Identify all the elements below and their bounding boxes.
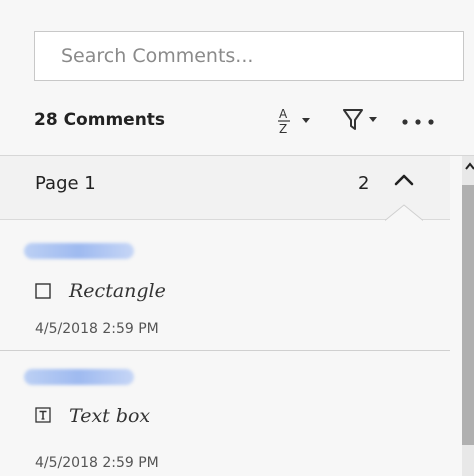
comment-author xyxy=(24,243,134,259)
sort-az-icon[interactable]: A Z xyxy=(277,104,319,136)
more-options-icon[interactable] xyxy=(400,106,438,134)
comment-count: 28 Comments xyxy=(34,110,166,130)
comment-type: Rectangle xyxy=(69,280,166,302)
scrollbar-thumb[interactable] xyxy=(462,185,474,445)
rectangle-icon xyxy=(35,283,51,299)
text-box-icon xyxy=(35,407,51,423)
scroll-up-arrow-icon[interactable] xyxy=(464,160,474,174)
comment-type: Text box xyxy=(69,405,151,427)
page-group-header[interactable]: Page 1 2 xyxy=(0,156,450,221)
search-input[interactable] xyxy=(59,44,463,68)
page-group-label: Page 1 xyxy=(35,173,96,194)
page-group-count: 2 xyxy=(358,173,370,194)
comment-item[interactable]: Text box 4/5/2018 2:59 PM xyxy=(0,351,450,476)
comment-date: 4/5/2018 2:59 PM xyxy=(35,321,159,337)
comment-author xyxy=(24,369,134,385)
filter-icon[interactable] xyxy=(342,106,382,134)
svg-text:A: A xyxy=(279,107,288,121)
comment-item[interactable]: Rectangle 4/5/2018 2:59 PM xyxy=(0,225,450,351)
comment-date: 4/5/2018 2:59 PM xyxy=(35,455,159,471)
search-box[interactable] xyxy=(34,31,464,81)
selection-notch xyxy=(385,204,423,221)
chevron-up-icon[interactable] xyxy=(392,168,416,192)
svg-text:Z: Z xyxy=(279,122,287,136)
